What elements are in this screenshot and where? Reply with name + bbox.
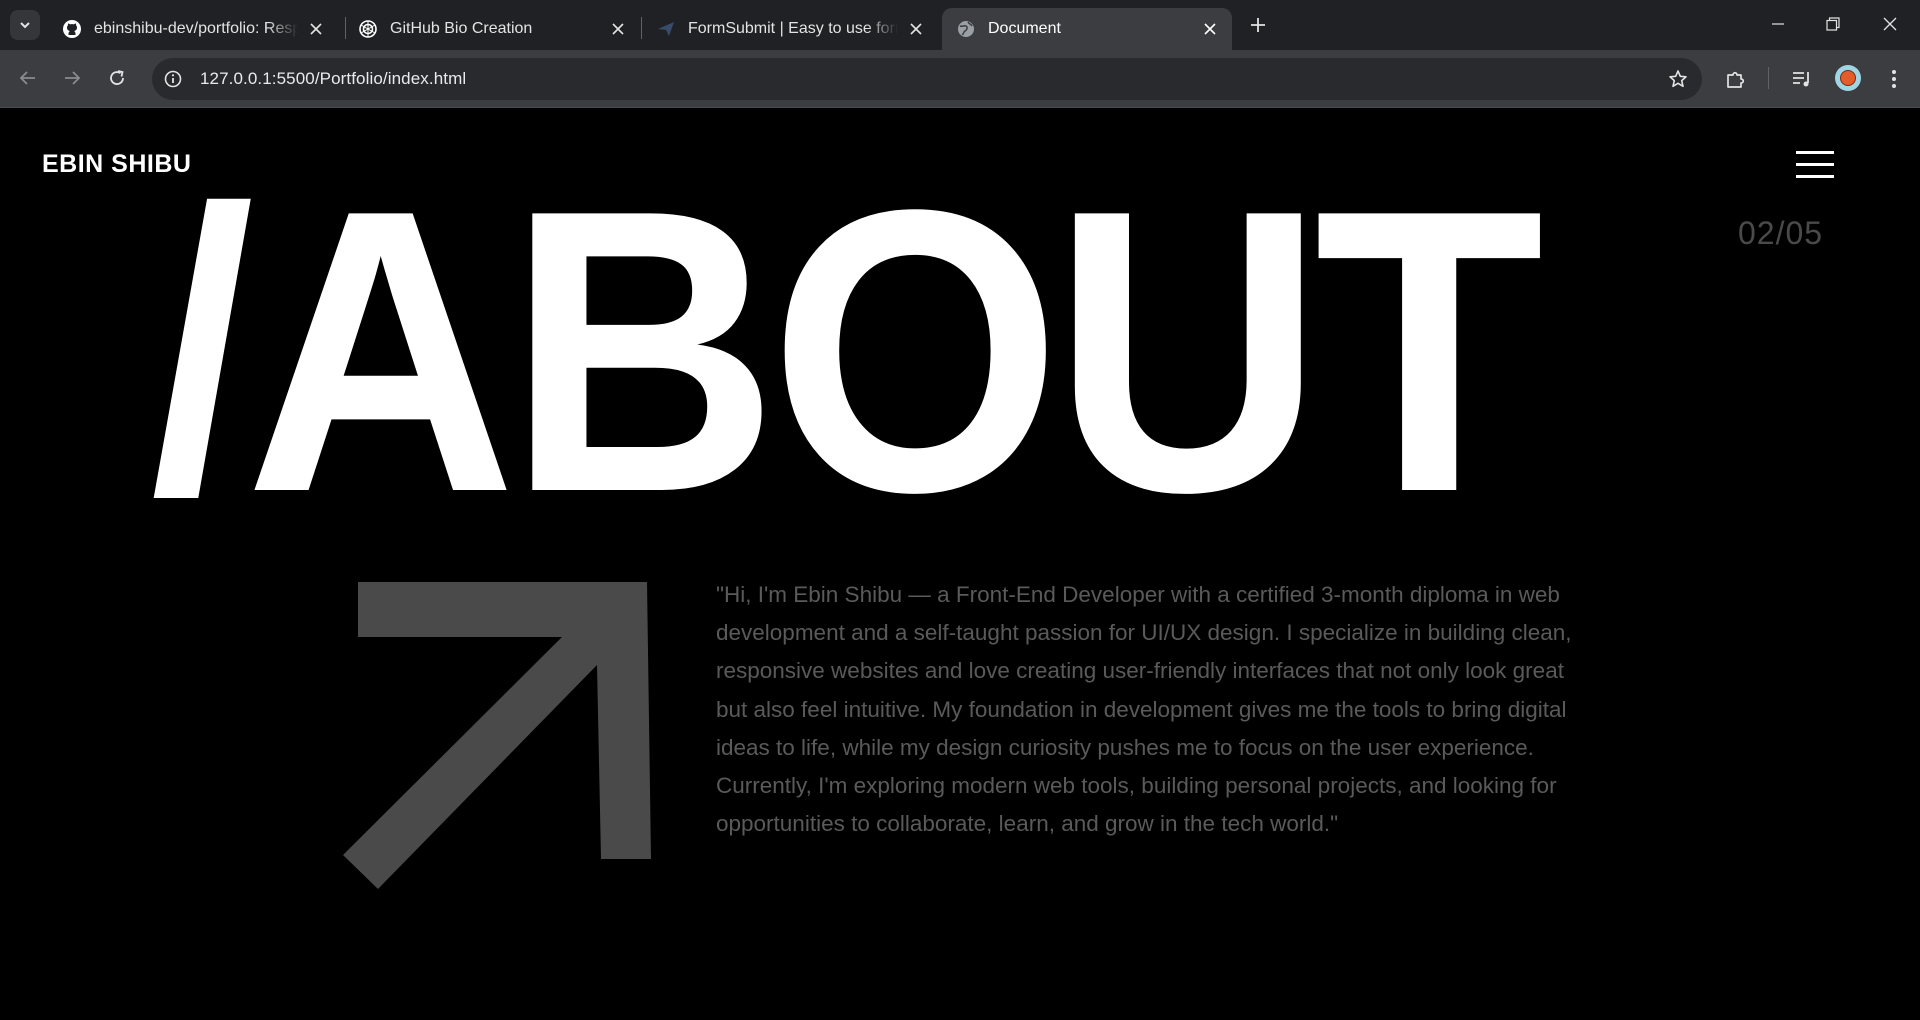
plus-icon [1251,18,1265,32]
tab-github-bio[interactable]: GitHub Bio Creation [344,8,640,50]
globe-icon [956,19,976,39]
toolbar-divider [1768,67,1769,89]
restore-icon [1826,17,1840,31]
restore-button[interactable] [1813,8,1853,40]
tab-search-button[interactable] [10,10,40,40]
url-text[interactable]: 127.0.0.1:5500/Portfolio/index.html [200,69,466,89]
about-heading: /ABOUT [150,127,1544,576]
close-icon[interactable] [608,19,628,39]
site-info-icon[interactable] [156,62,190,96]
tab-title: Document [988,20,1061,37]
github-icon [62,19,82,39]
tab-title: GitHub Bio Creation [390,20,533,37]
reload-button[interactable] [101,62,133,94]
forward-button[interactable] [56,62,88,94]
close-icon[interactable] [306,19,326,39]
browser-toolbar: 127.0.0.1:5500/Portfolio/index.html [0,50,1920,108]
extensions-button[interactable] [1720,63,1752,95]
bookmark-star-icon[interactable] [1666,67,1690,91]
close-icon[interactable] [1200,19,1220,39]
puzzle-icon [1727,71,1745,88]
media-controls-button[interactable] [1786,63,1818,95]
tab-title: ebinshibu-dev/portfolio: Respon [94,20,298,37]
arrow-left-icon [19,71,35,85]
chatgpt-icon [358,19,378,39]
hamburger-menu-icon[interactable] [1796,151,1834,179]
section-counter: 02/05 [1738,215,1824,251]
arrow-up-right-icon [343,582,651,889]
tab-github-portfolio[interactable]: ebinshibu-dev/portfolio: Respon [48,8,338,50]
hamburger-line [1796,163,1834,166]
playlist-icon [1793,72,1809,87]
close-icon [1883,17,1897,31]
about-description: "Hi, I'm Ebin Shibu — a Front-End Develo… [716,582,1572,837]
back-button[interactable] [12,62,44,94]
hamburger-line [1796,175,1834,178]
browser-menu-button[interactable] [1878,63,1910,95]
close-window-button[interactable] [1870,8,1910,40]
minimize-button[interactable] [1758,8,1798,40]
basketball-icon [1840,70,1856,86]
address-bar[interactable]: 127.0.0.1:5500/Portfolio/index.html [152,58,1702,100]
tab-formsubmit[interactable]: FormSubmit | Easy to use form [642,8,938,50]
formsubmit-icon [656,19,676,39]
arrow-right-icon [65,71,81,85]
tab-strip: ebinshibu-dev/portfolio: Respon GitHub B… [0,0,1920,50]
chevron-down-icon [20,22,30,29]
new-tab-button[interactable] [1245,12,1271,38]
tab-title: FormSubmit | Easy to use form [688,20,898,37]
reload-icon [110,70,124,85]
minimize-icon [1772,23,1784,25]
profile-avatar[interactable] [1835,65,1861,91]
portfolio-page: EBIN SHIBU 02/05 /ABOUT "Hi, I'm Ebin Sh… [0,109,1920,1020]
close-icon[interactable] [906,19,926,39]
tab-document[interactable]: Document [942,8,1232,50]
hamburger-line [1796,151,1834,154]
more-vertical-icon [1892,70,1896,88]
